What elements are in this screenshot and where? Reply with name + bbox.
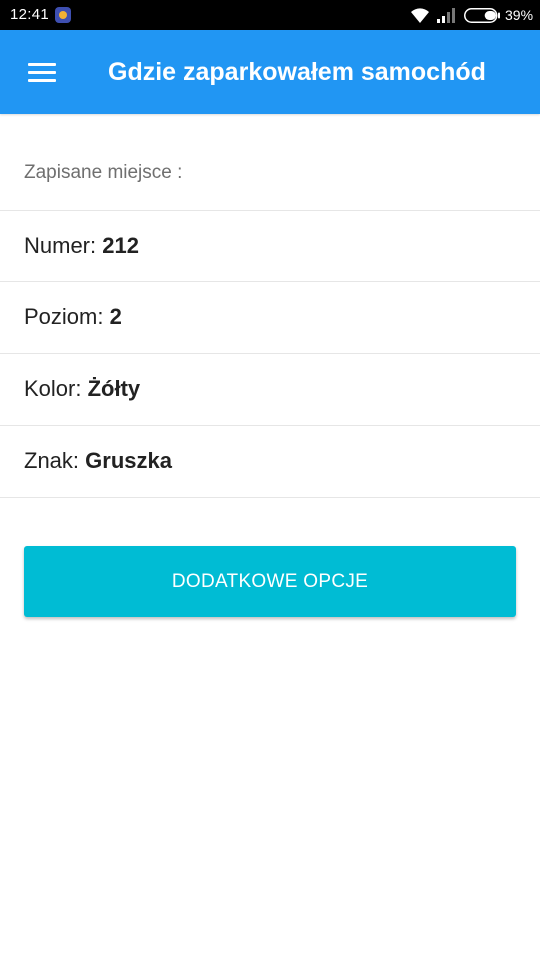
detail-value: 2 xyxy=(109,304,122,329)
detail-label: Znak: xyxy=(24,448,86,473)
detail-label: Kolor: xyxy=(24,376,88,401)
detail-text: Znak: Gruszka xyxy=(24,448,172,474)
detail-label: Poziom: xyxy=(24,304,110,329)
detail-row-sign: Znak: Gruszka xyxy=(0,425,540,497)
detail-text: Poziom: 2 xyxy=(24,304,122,330)
status-time: 12:41 xyxy=(10,6,50,23)
list-divider xyxy=(0,497,540,498)
menu-button[interactable] xyxy=(18,50,64,94)
detail-row-level: Poziom: 2 xyxy=(0,281,540,353)
more-options-button[interactable]: DODATKOWE OPCJE xyxy=(24,546,516,617)
wifi-icon xyxy=(411,8,429,23)
saved-place-header: Zapisane miejsce : xyxy=(24,162,183,183)
app-bar: Gdzie zaparkowałem samochód xyxy=(0,30,540,114)
detail-value: Gruszka xyxy=(85,448,172,473)
detail-value: 212 xyxy=(102,233,139,258)
signal-icon xyxy=(437,8,455,23)
status-bar: 12:41 39% xyxy=(0,0,540,30)
app-notification-icon xyxy=(55,7,71,23)
detail-value: Żółty xyxy=(87,376,141,401)
battery-icon xyxy=(464,8,500,23)
app-title: Gdzie zaparkowałem samochód xyxy=(108,58,486,86)
battery-percent: 39% xyxy=(505,7,534,23)
detail-row-color: Kolor: Żółty xyxy=(0,353,540,425)
detail-row-number: Numer: 212 xyxy=(0,210,540,282)
detail-text: Numer: 212 xyxy=(24,233,139,259)
hamburger-menu-icon xyxy=(28,63,56,82)
detail-label: Numer: xyxy=(24,233,103,258)
detail-text: Kolor: Żółty xyxy=(24,376,140,402)
